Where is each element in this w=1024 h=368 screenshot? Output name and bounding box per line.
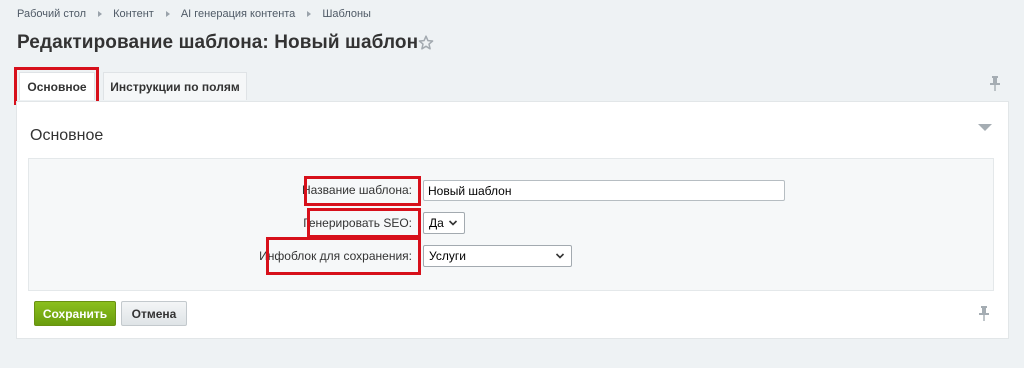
template-name-highlight — [304, 176, 421, 206]
tab-field-instructions-label: Инструкции по полям — [110, 79, 240, 94]
chevron-down-icon — [555, 253, 565, 259]
form-area: Название шаблона: Генерировать SEO: Да И… — [28, 158, 994, 291]
page-title: Редактирование шаблона: Новый шаблон — [17, 32, 419, 53]
pin-icon[interactable] — [989, 76, 1001, 92]
tab-main-highlight — [14, 67, 99, 105]
cancel-button-label: Отмена — [131, 306, 177, 321]
star-icon[interactable] — [418, 35, 434, 51]
save-button-label: Сохранить — [42, 306, 108, 321]
cancel-button[interactable]: Отмена — [121, 301, 187, 326]
pin-icon[interactable] — [978, 306, 990, 322]
infoblock-select[interactable]: Услуги — [423, 245, 572, 267]
breadcrumb-item-ai-generation[interactable]: AI генерация контента — [181, 8, 296, 20]
breadcrumb-separator-icon — [307, 11, 312, 17]
template-name-input[interactable] — [423, 180, 785, 201]
save-button[interactable]: Сохранить — [34, 301, 116, 326]
section-title: Основное — [30, 127, 104, 144]
chevron-down-icon — [448, 220, 458, 226]
breadcrumb-separator-icon — [165, 11, 170, 17]
chevron-down-icon[interactable] — [978, 124, 992, 131]
breadcrumb-item-templates[interactable]: Шаблоны — [322, 8, 371, 20]
tab-field-instructions[interactable]: Инструкции по полям — [103, 72, 247, 100]
breadcrumb-item-content[interactable]: Контент — [113, 8, 154, 20]
infoblock-highlight — [266, 237, 421, 275]
infoblock-value: Услуги — [429, 249, 466, 263]
breadcrumb-separator-icon — [98, 11, 103, 17]
generate-seo-value: Да — [429, 216, 444, 230]
generate-seo-highlight — [307, 208, 421, 238]
breadcrumb-item-desktop[interactable]: Рабочий стол — [17, 8, 86, 20]
generate-seo-select[interactable]: Да — [423, 212, 465, 234]
breadcrumb: Рабочий стол Контент AI генерация контен… — [17, 8, 371, 20]
